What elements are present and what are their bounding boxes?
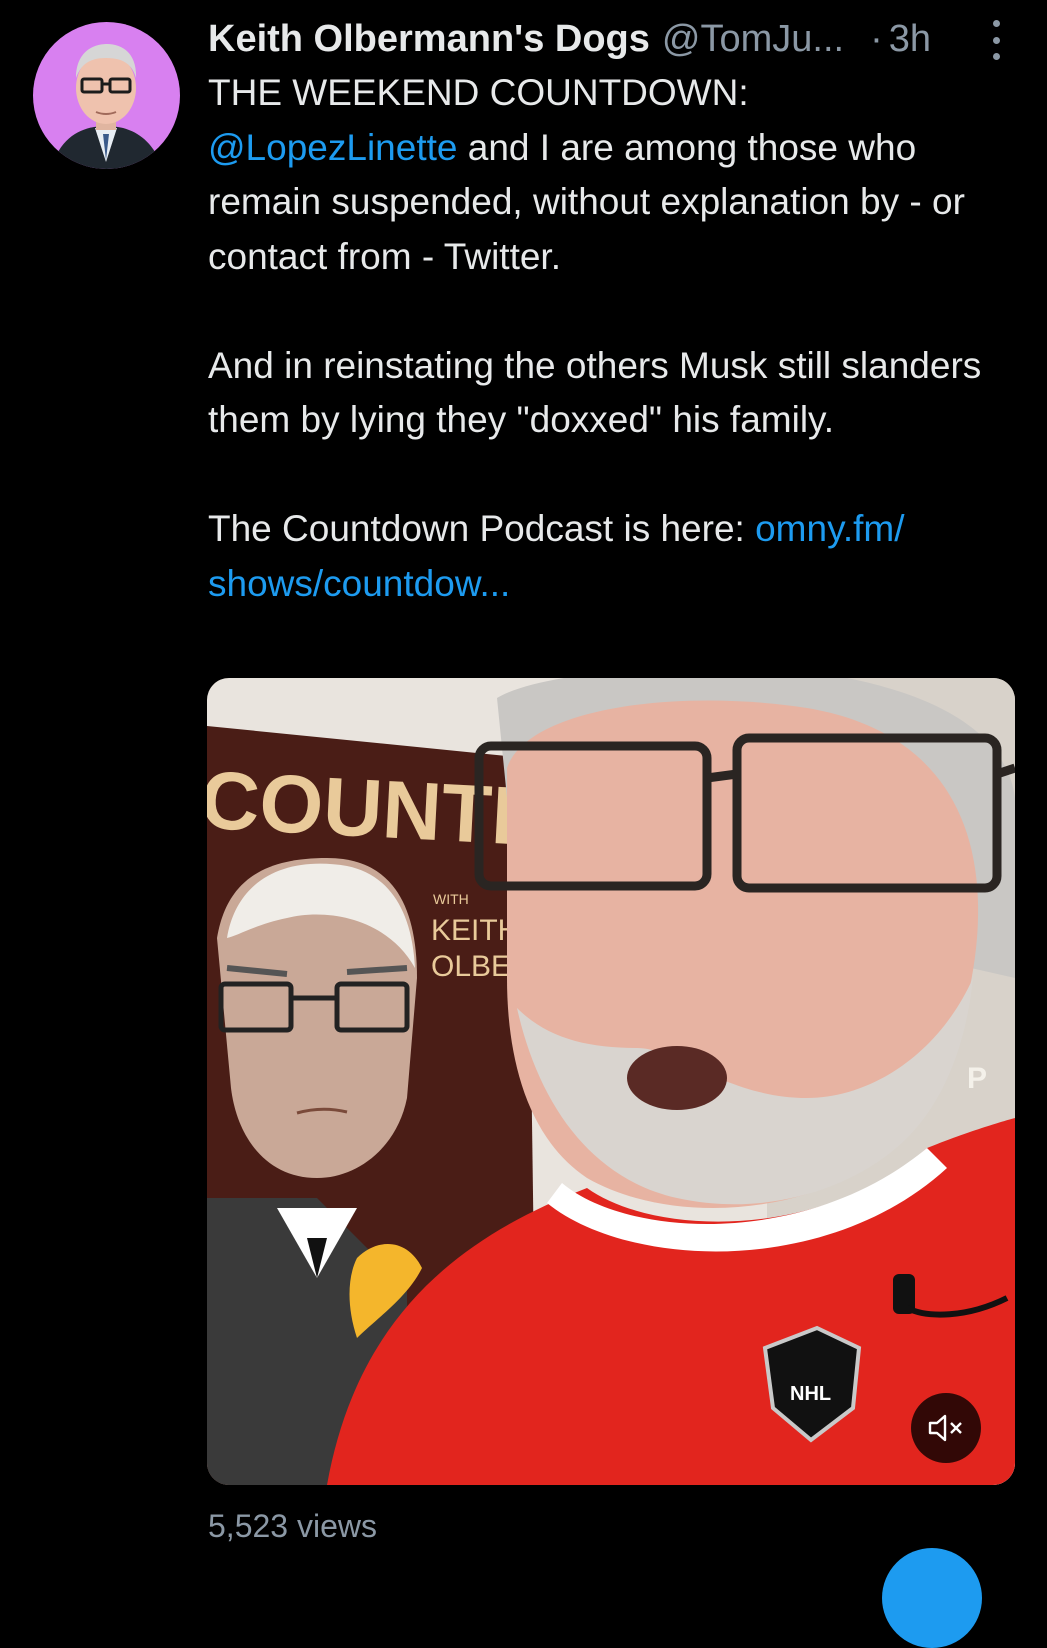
mention-link[interactable]: @LopezLinette	[208, 127, 457, 168]
mute-button[interactable]	[911, 1393, 981, 1463]
video-player[interactable]: COUNTDOWN WITH KEITH OLBE NHL P	[207, 678, 1015, 1485]
video-frame: COUNTDOWN WITH KEITH OLBE NHL P	[207, 678, 1015, 1485]
dot	[992, 36, 1000, 44]
poster-name-line1: KEITH	[431, 914, 519, 947]
view-count: 5,523 views	[208, 1508, 377, 1544]
text-line: THE WEEKEND COUNTDOWN:	[208, 72, 749, 113]
avatar-image	[33, 22, 180, 169]
tweet[interactable]: Keith Olbermann's Dogs @TomJu... · 3h TH…	[0, 0, 1047, 1648]
dot	[992, 20, 1000, 27]
jersey-logo-text: NHL	[790, 1383, 831, 1405]
timestamp[interactable]: 3h	[889, 18, 931, 61]
text-paragraph: And in reinstating the others Musk still…	[208, 344, 982, 441]
more-options-icon[interactable]	[984, 20, 1008, 60]
speaker-muted-icon	[928, 1414, 962, 1442]
tweet-text: THE WEEKEND COUNTDOWN: @LopezLinette and…	[208, 66, 1028, 611]
text-paragraph: The Countdown Podcast is here: omny.fm/ …	[208, 502, 1028, 611]
user-handle[interactable]: @TomJu...	[662, 18, 844, 61]
text-segment: The Countdown Podcast is here:	[208, 508, 756, 549]
dot	[992, 53, 1000, 60]
display-name[interactable]: Keith Olbermann's Dogs	[208, 18, 650, 61]
text-paragraph: @LopezLinette and I are among those who …	[208, 121, 1028, 285]
time-separator: ·	[870, 17, 883, 60]
compose-tweet-button[interactable]	[882, 1548, 982, 1648]
avatar[interactable]	[33, 22, 180, 169]
poster-name-line2: OLBE	[431, 950, 511, 983]
tweet-header: Keith Olbermann's Dogs @TomJu... · 3h	[208, 14, 1018, 64]
poster-with: WITH	[433, 891, 469, 907]
background-letter: P	[967, 1062, 987, 1095]
